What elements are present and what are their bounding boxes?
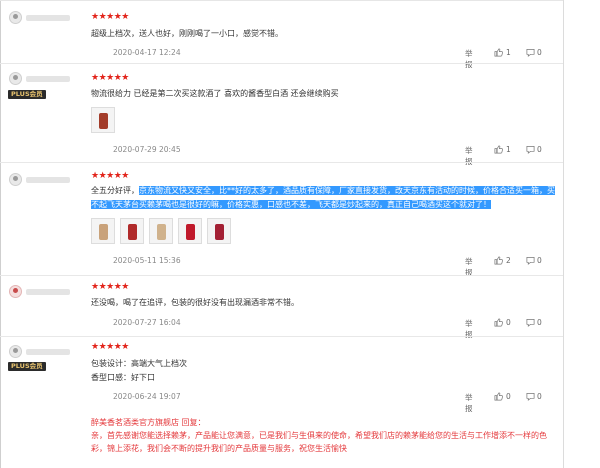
review-item: PLUS会员 ★★★★★ 物流很给力 已经是第二次买这款酒了 喜欢的酱香型白酒 … (0, 64, 563, 166)
review-item: ★★★★★ 全五分好评，京东物流又快又安全，比**好的太多了，酒品质有保障，厂家… (0, 163, 563, 277)
review-image[interactable] (178, 218, 202, 244)
review-text-line-1: 包装设计：高端大气上档次 (91, 359, 187, 368)
username-masked (26, 15, 70, 21)
comment-icon[interactable] (526, 48, 535, 59)
star-rating: ★★★★★ (91, 171, 129, 181)
comment-icon[interactable] (526, 392, 535, 403)
review-date: 2020-04-17 12:24 (113, 48, 181, 57)
username-masked (26, 76, 70, 82)
plus-member-badge: PLUS会员 (8, 362, 46, 371)
star-rating: ★★★★★ (91, 12, 129, 22)
review-image[interactable] (91, 107, 115, 133)
review-images (91, 107, 115, 133)
review-date: 2020-07-29 20:45 (113, 145, 181, 154)
review-text-selected: 不起飞天茅台买赖茅喝也是很好的嘛，价格实惠，口感也不差，飞天都是炒起来的，真正自… (91, 200, 491, 209)
review-text-selected: 京东物流又快又安全，比**好的太多了，酒品质有保障，厂家直接发货，改天京东有活动… (139, 186, 555, 195)
like-count: 0 (506, 392, 511, 401)
review-image[interactable] (120, 218, 144, 244)
comment-count: 0 (537, 318, 542, 327)
report-link[interactable]: 举报 (465, 392, 473, 414)
review-item: ★★★★★ 超级上档次，送人也好，刚刚喝了一小口，感觉不错。 2020-04-1… (0, 0, 563, 69)
review-date: 2020-07-27 16:04 (113, 318, 181, 327)
review-text-line-1: 全五分好评，京东物流又快又安全，比**好的太多了，酒品质有保障，厂家直接发货，改… (91, 184, 555, 197)
review-date: 2020-05-11 15:36 (113, 256, 181, 265)
thumbs-up-icon[interactable] (494, 48, 503, 59)
review-images (91, 218, 231, 244)
review-image[interactable] (149, 218, 173, 244)
comment-icon[interactable] (526, 256, 535, 267)
review-text-line-2: 不起飞天茅台买赖茅喝也是很好的嘛，价格实惠，口感也不差，飞天都是炒起来的，真正自… (91, 198, 491, 211)
seller-reply-line-2: 彩，锦上添花，我们会不断的提升我们的产品质量与服务，祝您生活愉快 (91, 444, 347, 453)
thumbs-up-icon[interactable] (494, 256, 503, 267)
frame-right-border (563, 0, 564, 468)
thumbs-up-icon[interactable] (494, 392, 503, 403)
like-count: 2 (506, 256, 511, 265)
review-text: 超级上档次，送人也好，刚刚喝了一小口，感觉不错。 (91, 29, 283, 38)
plus-member-badge: PLUS会员 (8, 90, 46, 99)
seller-reply-line-1: 亲，首先感谢您能选择赖茅，产品能让您满意，已是我们与生俱来的使命，希望我们店的赖… (91, 431, 547, 440)
username-masked (26, 289, 70, 295)
comment-icon[interactable] (526, 145, 535, 156)
avatar[interactable] (9, 345, 22, 358)
review-date: 2020-06-24 19:07 (113, 392, 181, 401)
comment-icon[interactable] (526, 318, 535, 329)
avatar[interactable] (9, 285, 22, 298)
review-image[interactable] (207, 218, 231, 244)
avatar[interactable] (9, 11, 22, 24)
review-text-plain: 全五分好评， (91, 186, 139, 195)
like-count: 1 (506, 48, 511, 57)
star-rating: ★★★★★ (91, 73, 129, 83)
like-count: 1 (506, 145, 511, 154)
comment-count: 0 (537, 256, 542, 265)
username-masked (26, 177, 70, 183)
thumbs-up-icon[interactable] (494, 145, 503, 156)
avatar[interactable] (9, 72, 22, 85)
thumbs-up-icon[interactable] (494, 318, 503, 329)
review-text-line-2: 香型口感：好下口 (91, 373, 155, 382)
review-text: 物流很给力 已经是第二次买这款酒了 喜欢的酱香型白酒 还会继续购买 (91, 89, 339, 98)
username-masked (26, 349, 70, 355)
review-text: 还没喝，喝了在追评，包装的很好没有出现漏酒非常不错。 (91, 298, 299, 307)
comment-count: 0 (537, 392, 542, 401)
star-rating: ★★★★★ (91, 342, 129, 352)
review-item: ★★★★★ 还没喝，喝了在追评，包装的很好没有出现漏酒非常不错。 2020-07… (0, 276, 563, 339)
comment-count: 0 (537, 48, 542, 57)
review-image[interactable] (91, 218, 115, 244)
review-item: PLUS会员 ★★★★★ 包装设计：高端大气上档次 香型口感：好下口 2020-… (0, 337, 563, 468)
seller-reply-header: 醉美香茗酒类官方旗舰店 回复： (91, 418, 206, 427)
like-count: 0 (506, 318, 511, 327)
star-rating: ★★★★★ (91, 282, 129, 292)
comment-count: 0 (537, 145, 542, 154)
avatar[interactable] (9, 173, 22, 186)
